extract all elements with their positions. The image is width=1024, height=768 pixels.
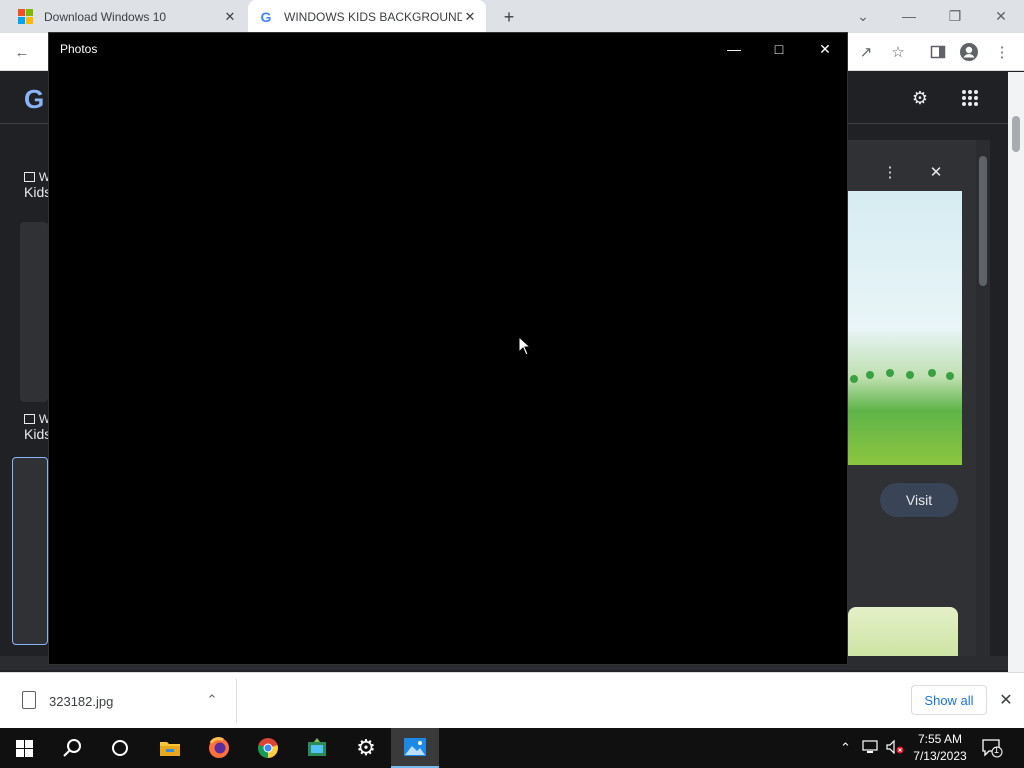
photos-title-bar[interactable]: Photos — □ ✕ [49, 33, 847, 65]
close-preview-icon[interactable]: ✕ [924, 160, 948, 184]
close-icon[interactable]: ✕ [809, 37, 841, 61]
tab-download-windows[interactable]: Download Windows 10 ✕ [8, 0, 246, 33]
file-icon [22, 691, 36, 709]
photos-window[interactable]: Photos — □ ✕ [48, 32, 848, 665]
restore-icon[interactable]: ❐ [943, 4, 967, 28]
preview-image[interactable] [848, 191, 962, 465]
divider [236, 679, 237, 723]
show-all-button[interactable]: Show all [911, 685, 987, 715]
download-file-name[interactable]: 323182.jpg [49, 694, 113, 709]
show-hidden-icons-chevron-icon[interactable]: ⌃ [840, 740, 851, 756]
windows-taskbar: ⚙ ⌃ 7:55 AM 7/13/2023 1 [0, 728, 1024, 768]
tab-search-chevron-icon[interactable]: ⌄ [851, 4, 875, 28]
clock-date: 7/13/2023 [913, 749, 967, 763]
share-icon[interactable]: ↗ [854, 40, 878, 64]
back-arrow-icon[interactable]: ← [10, 40, 34, 64]
profile-avatar-icon[interactable] [957, 40, 981, 64]
page-scrollbar[interactable] [1008, 72, 1024, 672]
tab-title: WINDOWS KIDS BACKGROUND [284, 9, 462, 24]
tab-windows-kids-background[interactable]: G WINDOWS KIDS BACKGROUND ✕ [248, 0, 486, 33]
file-explorer-icon[interactable] [146, 728, 194, 768]
apps-grid-icon[interactable] [958, 86, 982, 110]
result-thumbnail[interactable] [20, 222, 48, 402]
preview-scrollbar[interactable] [976, 140, 990, 668]
start-windows-icon[interactable] [0, 728, 48, 768]
google-logo[interactable]: G [24, 84, 44, 115]
side-panel-icon[interactable] [926, 40, 950, 64]
bookmark-star-icon[interactable]: ☆ [886, 40, 910, 64]
volume-muted-icon[interactable] [886, 739, 904, 757]
tab-close-icon[interactable]: ✕ [222, 9, 238, 25]
task-view-icon[interactable] [96, 728, 144, 768]
photos-window-title: Photos [60, 42, 98, 56]
microsoft-logo-icon [18, 8, 34, 25]
network-icon[interactable] [862, 740, 878, 757]
mouse-cursor-icon [518, 335, 532, 359]
minimize-icon[interactable]: — [718, 37, 750, 61]
visit-button[interactable]: Visit [880, 483, 958, 517]
tab-title: Download Windows 10 [44, 9, 167, 24]
tab-close-icon[interactable]: ✕ [462, 9, 478, 25]
selected-result-thumbnail[interactable] [12, 457, 48, 645]
tab-strip: Download Windows 10 ✕ G WINDOWS KIDS BAC… [0, 0, 1024, 33]
settings-gear-icon[interactable]: ⚙ [908, 86, 932, 110]
search-icon[interactable] [48, 728, 96, 768]
more-options-icon[interactable]: ⋮ [878, 160, 902, 184]
image-icon [24, 172, 35, 183]
minimize-icon[interactable]: — [897, 4, 921, 28]
settings-gear-icon[interactable]: ⚙ [342, 728, 390, 768]
downloads-bar: 323182.jpg ⌃ Show all ✕ [0, 672, 1024, 728]
image-icon [24, 414, 35, 425]
clock-time: 7:55 AM [917, 732, 963, 746]
close-window-icon[interactable]: ✕ [989, 4, 1013, 28]
chrome-menu-icon[interactable]: ⋮ [990, 40, 1014, 64]
notification-count: 1 [994, 745, 1000, 755]
system-clock[interactable]: 7:55 AM 7/13/2023 [908, 731, 972, 765]
chevron-up-icon[interactable]: ⌃ [202, 690, 222, 710]
chrome-icon[interactable] [244, 728, 292, 768]
app-icon[interactable] [293, 728, 341, 768]
action-center-icon[interactable]: 1 [980, 736, 1004, 760]
new-tab-button[interactable]: + [498, 6, 520, 28]
photos-app-icon[interactable] [391, 728, 439, 768]
close-downloads-icon[interactable]: ✕ [996, 689, 1016, 711]
firefox-icon[interactable] [195, 728, 243, 768]
google-logo-icon: G [260, 8, 272, 25]
maximize-icon[interactable]: □ [763, 37, 795, 61]
